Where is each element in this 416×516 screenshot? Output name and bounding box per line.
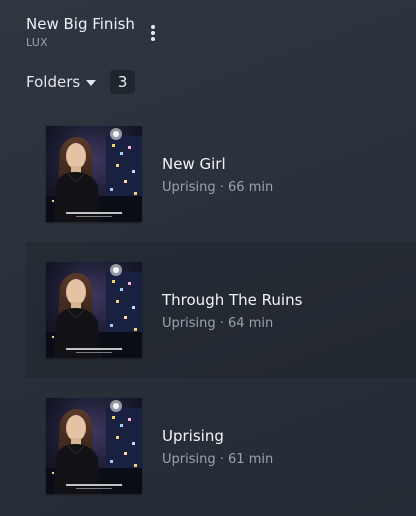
item-duration: 66 min bbox=[228, 180, 274, 195]
item-title: New Girl bbox=[162, 155, 226, 173]
episode-list: New Girl Uprising · 66 min Through The R… bbox=[26, 106, 416, 514]
more-vertical-icon[interactable] bbox=[145, 22, 161, 42]
meta-separator: · bbox=[219, 180, 224, 195]
meta-separator: · bbox=[219, 452, 224, 467]
item-title: Through The Ruins bbox=[162, 291, 303, 309]
page-subtitle: LUX bbox=[26, 36, 48, 49]
item-meta: Uprising · 64 min bbox=[162, 315, 273, 333]
item-meta: Uprising · 66 min bbox=[162, 179, 273, 197]
album-artwork bbox=[46, 398, 142, 494]
list-item[interactable]: Uprising Uprising · 61 min bbox=[26, 378, 416, 514]
album-artwork bbox=[46, 126, 142, 222]
page-title: New Big Finish bbox=[26, 15, 135, 33]
item-album: Uprising bbox=[162, 452, 216, 467]
folders-row: Folders 3 bbox=[26, 70, 136, 94]
folders-count-badge: 3 bbox=[110, 70, 136, 94]
album-artwork bbox=[46, 262, 142, 358]
folders-label: Folders bbox=[26, 73, 81, 91]
list-item[interactable]: New Girl Uprising · 66 min bbox=[26, 106, 416, 242]
item-album: Uprising bbox=[162, 316, 216, 331]
chevron-down-icon bbox=[86, 79, 97, 86]
item-duration: 61 min bbox=[228, 452, 274, 467]
item-album: Uprising bbox=[162, 180, 216, 195]
folders-dropdown[interactable]: Folders bbox=[26, 71, 97, 93]
list-item[interactable]: Through The Ruins Uprising · 64 min bbox=[26, 242, 416, 378]
item-duration: 64 min bbox=[228, 316, 274, 331]
meta-separator: · bbox=[219, 316, 224, 331]
item-meta: Uprising · 61 min bbox=[162, 451, 273, 469]
item-title: Uprising bbox=[162, 427, 224, 445]
header: New Big Finish LUX bbox=[26, 14, 326, 51]
